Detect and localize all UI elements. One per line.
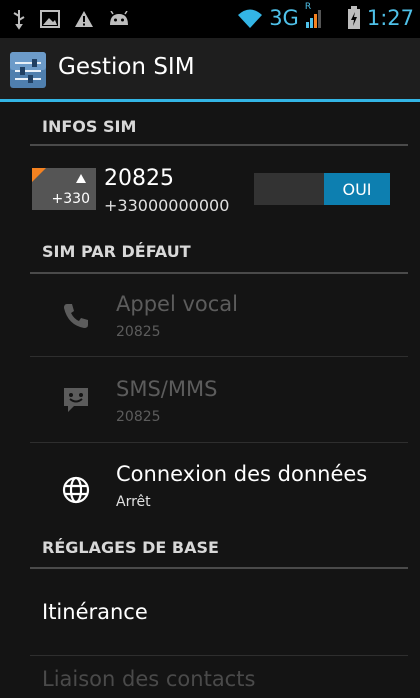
battery-icon xyxy=(347,6,360,29)
page-title: Gestion SIM xyxy=(58,54,195,80)
sms-mms-subtitle: 20825 xyxy=(116,409,161,425)
clock: 1:27 xyxy=(366,6,414,30)
usb-icon xyxy=(13,10,25,30)
sim-enable-toggle[interactable]: OUI xyxy=(254,173,390,205)
warning-icon xyxy=(75,11,93,27)
list-item-roaming[interactable]: Itinérance xyxy=(42,600,148,624)
signal-icon xyxy=(305,10,321,28)
signal-wrapper: R xyxy=(305,2,323,30)
section-header-default-sim: SIM PAR DÉFAUT xyxy=(30,242,408,274)
data-connection-subtitle: Arrêt xyxy=(116,494,151,510)
list-item-contact-link[interactable]: Liaison des contacts xyxy=(42,667,255,691)
sim-badge-number: +330 xyxy=(51,191,90,207)
phone-icon xyxy=(64,304,88,328)
sim-phone-number: +33000000000 xyxy=(104,196,230,215)
sim-signal-triangle-icon xyxy=(76,174,86,183)
image-icon xyxy=(40,10,60,28)
voice-call-title: Appel vocal xyxy=(116,292,238,316)
android-icon xyxy=(110,11,128,25)
sms-mms-title: SMS/MMS xyxy=(116,377,218,401)
voice-call-subtitle: 20825 xyxy=(116,324,161,340)
toggle-on-label: OUI xyxy=(324,173,390,205)
section-header-infos-sim: INFOS SIM xyxy=(30,117,408,146)
sim-name[interactable]: 20825 xyxy=(104,166,174,191)
divider xyxy=(30,655,408,656)
status-bar: 3G R 1:27 xyxy=(0,0,420,38)
sim-color-corner xyxy=(32,168,46,182)
network-type: 3G xyxy=(269,6,299,30)
sim-badge: +330 xyxy=(32,168,96,210)
action-bar: Gestion SIM xyxy=(0,38,420,102)
settings-sliders-icon[interactable] xyxy=(10,52,46,88)
globe-icon xyxy=(62,476,90,504)
divider xyxy=(30,356,408,357)
data-connection-title: Connexion des données xyxy=(116,462,368,486)
message-icon xyxy=(64,388,88,412)
wifi-icon xyxy=(238,9,263,28)
section-header-basic-settings: RÉGLAGES DE BASE xyxy=(30,538,408,569)
divider xyxy=(30,442,408,443)
